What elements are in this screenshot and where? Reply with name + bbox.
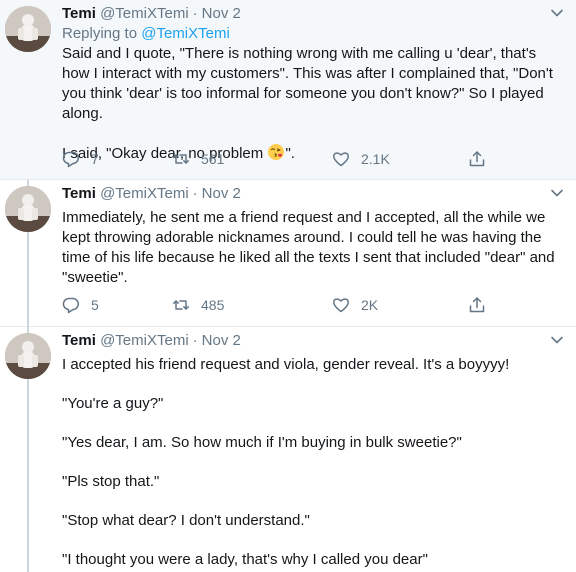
like-count: 2K	[361, 297, 379, 313]
tweet[interactable]: Temi @TemiXTemi · Nov 2 Immediately, he se…	[0, 180, 576, 327]
tweet-actions: 7 561 2.1K	[62, 149, 502, 169]
reply-button[interactable]: 7	[62, 149, 99, 169]
replying-to-label: Replying to	[62, 25, 138, 42]
share-button[interactable]	[468, 295, 486, 315]
avatar-image	[5, 333, 51, 379]
user-handle[interactable]: @TemiXTemi	[100, 185, 189, 202]
share-icon	[469, 297, 485, 313]
separator-dot: ·	[192, 185, 198, 202]
tweet-header: Temi @TemiXTemi · Nov 2	[62, 184, 556, 204]
share-button[interactable]	[468, 149, 486, 169]
tweet-paragraph: "You're a guy?"	[62, 395, 164, 412]
replying-to-link[interactable]: @TemiXTemi	[141, 25, 230, 42]
retweet-count: 561	[201, 151, 225, 167]
tweet[interactable]: Temi @TemiXTemi · Nov 2 Replying to @TemiX…	[0, 0, 576, 180]
heart-icon	[333, 152, 349, 167]
tweet-paragraph: "I thought you were a lady, that's why I…	[62, 551, 428, 568]
reply-icon	[62, 297, 79, 314]
chevron-down-icon[interactable]	[550, 333, 564, 347]
tweet-paragraph: "Pls stop that."	[62, 473, 160, 490]
reply-button[interactable]: 5	[62, 295, 99, 315]
share-icon	[469, 151, 485, 167]
retweet-button[interactable]: 561	[172, 149, 224, 169]
like-count: 2.1K	[361, 151, 390, 167]
tweet-paragraph: "Yes dear, I am. So how much if I'm buyi…	[62, 434, 462, 451]
separator-dot: ·	[192, 332, 198, 349]
user-handle[interactable]: @TemiXTemi	[100, 5, 189, 22]
reply-icon	[62, 151, 79, 168]
thread-connector	[27, 232, 29, 327]
tweet-date[interactable]: Nov 2	[202, 185, 241, 202]
retweet-icon	[173, 154, 189, 164]
like-button[interactable]: 2K	[332, 295, 378, 315]
avatar[interactable]	[5, 333, 51, 379]
retweet-icon	[173, 300, 189, 310]
separator-dot: ·	[192, 5, 198, 22]
tweet-header: Temi @TemiXTemi · Nov 2	[62, 331, 556, 351]
tweet-text: Immediately, he sent me a friend request…	[62, 208, 566, 288]
retweet-button[interactable]: 485	[172, 295, 224, 315]
avatar-image	[5, 186, 51, 232]
reply-count: 5	[91, 297, 99, 313]
tweet-actions: 5 485 2K	[62, 295, 502, 315]
like-button[interactable]: 2.1K	[332, 149, 390, 169]
thread-connector	[27, 379, 29, 572]
tweet-text: I accepted his friend request and viola,…	[62, 355, 566, 570]
retweet-count: 485	[201, 297, 225, 313]
avatar-image	[5, 6, 51, 52]
display-name[interactable]: Temi	[62, 5, 96, 22]
chevron-down-icon[interactable]	[550, 186, 564, 200]
tweet-date[interactable]: Nov 2	[202, 5, 241, 22]
tweet-paragraph: Immediately, he sent me a friend request…	[62, 209, 555, 286]
tweet-paragraph: "Stop what dear? I don't understand."	[62, 512, 310, 529]
tweet[interactable]: Temi @TemiXTemi · Nov 2 I accepted his fri…	[0, 327, 576, 572]
reply-count: 7	[91, 151, 99, 167]
chevron-down-icon[interactable]	[550, 6, 564, 20]
tweet-date[interactable]: Nov 2	[202, 332, 241, 349]
replying-to: Replying to @TemiXTemi	[62, 24, 230, 44]
tweet-paragraph: Said and I quote, "There is nothing wron…	[62, 45, 553, 122]
avatar[interactable]	[5, 186, 51, 232]
display-name[interactable]: Temi	[62, 332, 96, 349]
tweet-paragraph: I accepted his friend request and viola,…	[62, 356, 510, 373]
tweet-text: Said and I quote, "There is nothing wron…	[62, 44, 566, 164]
tweet-header: Temi @TemiXTemi · Nov 2	[62, 4, 556, 24]
user-handle[interactable]: @TemiXTemi	[100, 332, 189, 349]
heart-icon	[333, 298, 349, 313]
display-name[interactable]: Temi	[62, 185, 96, 202]
avatar[interactable]	[5, 6, 51, 52]
